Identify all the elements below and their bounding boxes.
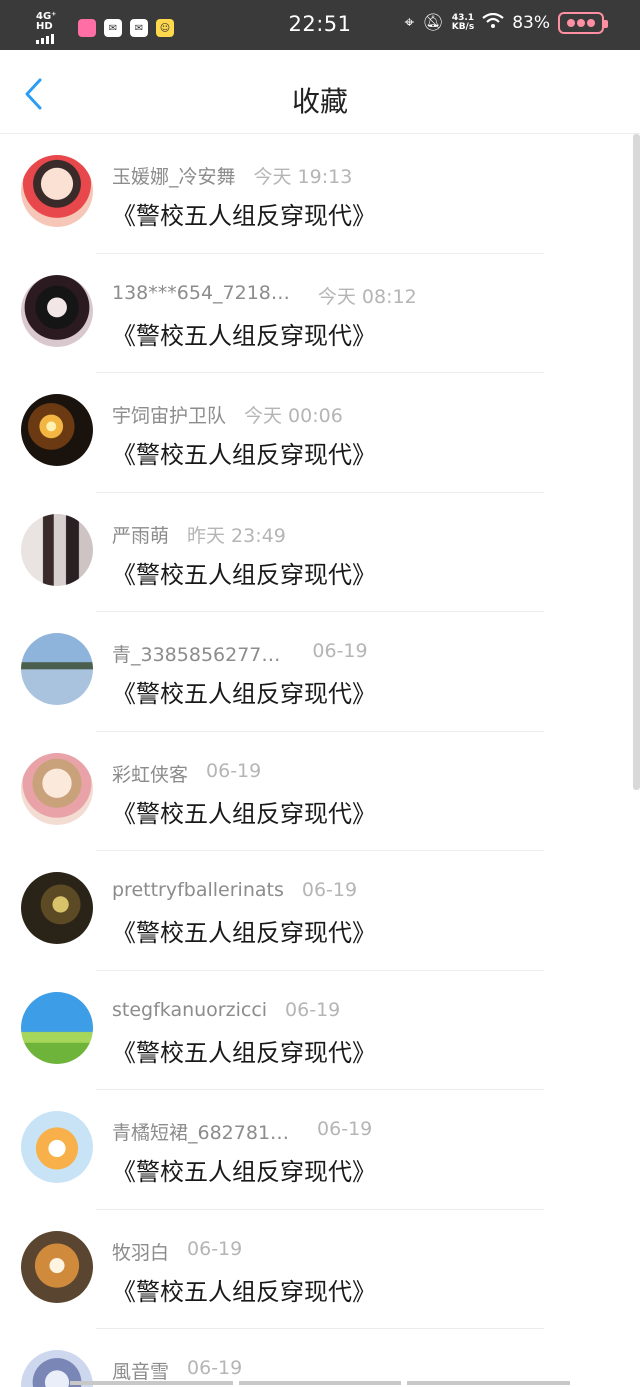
net-speed: 43.1 KB/s <box>452 14 474 32</box>
item-meta: 風音雪 06-19 <box>112 1357 242 1384</box>
username[interactable]: stegfkanuorzicci <box>112 999 267 1021</box>
battery-icon <box>558 12 608 34</box>
avatar[interactable] <box>21 1230 93 1303</box>
list-item[interactable]: 宇饲宙护卫队 今天 00:06 《警校五人组反穿现代》 <box>0 373 640 493</box>
avatar[interactable] <box>21 991 93 1064</box>
favorites-list: 玉媛娜_冷安舞 今天 19:13 《警校五人组反穿现代》 138***654_72… <box>0 134 640 1387</box>
list-item[interactable]: 138***654_7218… 今天 08:12 《警校五人组反穿现代》 <box>0 254 640 373</box>
username[interactable]: 宇饲宙护卫队 <box>112 401 226 428</box>
username[interactable]: 严雨萌 <box>112 521 169 548</box>
avatar[interactable] <box>21 752 93 825</box>
item-meta: prettryfballerinats 06-19 <box>112 879 357 901</box>
avatar[interactable] <box>21 274 93 347</box>
location-icon: ⌖ <box>404 13 415 33</box>
book-title[interactable]: 《警校五人组反穿现代》 <box>112 913 376 948</box>
timestamp: 06-19 <box>312 640 368 662</box>
timestamp: 今天 19:13 <box>253 166 353 188</box>
item-meta: 玉媛娜_冷安舞 今天 19:13 <box>112 162 352 189</box>
username[interactable]: 風音雪 <box>112 1357 169 1384</box>
timestamp: 06-19 <box>301 879 358 901</box>
username[interactable]: 青_3385856277… <box>112 640 280 667</box>
avatar[interactable] <box>21 394 93 466</box>
scrollbar[interactable] <box>633 134 640 790</box>
avatar[interactable] <box>21 1111 93 1183</box>
list-item[interactable]: 玉媛娜_冷安舞 今天 19:13 《警校五人组反穿现代》 <box>0 134 640 254</box>
book-title[interactable]: 《警校五人组反穿现代》 <box>112 674 376 709</box>
home-indicator <box>0 1381 640 1387</box>
list-item[interactable]: 彩虹侠客 06-19 《警校五人组反穿现代》 <box>0 732 640 851</box>
list-item[interactable]: 風音雪 06-19 <box>0 1329 640 1387</box>
timestamp: 06-19 <box>187 1237 243 1260</box>
timestamp: 06-19 <box>206 759 262 782</box>
list-item[interactable]: 青橘短裙_682781… 06-19 《警校五人组反穿现代》 <box>0 1090 640 1210</box>
item-meta: 彩虹侠客 06-19 <box>112 760 261 787</box>
list-item[interactable]: prettryfballerinats 06-19 《警校五人组反穿现代》 <box>0 851 640 971</box>
wifi-icon <box>482 12 504 34</box>
book-title[interactable]: 《警校五人组反穿现代》 <box>112 435 376 470</box>
book-title[interactable]: 《警校五人组反穿现代》 <box>112 555 376 590</box>
book-title[interactable]: 《警校五人组反穿现代》 <box>112 196 376 231</box>
net-speed-unit: KB/s <box>451 22 475 32</box>
timestamp: 06-19 <box>317 1118 373 1140</box>
timestamp: 今天 00:06 <box>244 405 343 427</box>
timestamp: 06-19 <box>187 1357 243 1379</box>
item-meta: 宇饲宙护卫队 今天 00:06 <box>112 401 343 428</box>
item-meta: 严雨萌 昨天 23:49 <box>112 521 286 548</box>
status-bar: 4G⁺ HD ✉ ✉ ☺ 22:51 ⌖ 🔕︎ 43.1 KB/s 83% <box>0 0 640 50</box>
item-meta: 青橘短裙_682781… 06-19 <box>112 1118 372 1145</box>
item-meta: 牧羽白 06-19 <box>112 1238 242 1265</box>
item-meta: 青_3385856277… 06-19 <box>112 640 368 667</box>
timestamp: 今天 08:12 <box>317 285 417 308</box>
page-title: 收藏 <box>291 85 348 118</box>
item-meta: 138***654_7218… 今天 08:12 <box>112 282 417 309</box>
username[interactable]: 彩虹侠客 <box>112 760 188 787</box>
book-title[interactable]: 《警校五人组反穿现代》 <box>112 1272 376 1307</box>
book-title[interactable]: 《警校五人组反穿现代》 <box>112 316 376 351</box>
book-title[interactable]: 《警校五人组反穿现代》 <box>112 1033 376 1068</box>
nav-bar: 收藏 <box>0 50 640 134</box>
username[interactable]: 青橘短裙_682781… <box>112 1118 289 1145</box>
list-item[interactable]: 牧羽白 06-19 《警校五人组反穿现代》 <box>0 1210 640 1329</box>
book-title[interactable]: 《警校五人组反穿现代》 <box>112 794 376 829</box>
status-bar-right: ⌖ 🔕︎ 43.1 KB/s 83% <box>404 12 608 34</box>
timestamp: 昨天 23:49 <box>187 524 286 547</box>
book-title[interactable]: 《警校五人组反穿现代》 <box>112 1152 376 1187</box>
item-meta: stegfkanuorzicci 06-19 <box>112 999 340 1021</box>
list-item[interactable]: stegfkanuorzicci 06-19 《警校五人组反穿现代》 <box>0 971 640 1090</box>
avatar[interactable] <box>21 155 93 227</box>
mute-icon: 🔕︎ <box>422 13 444 33</box>
list-item[interactable]: 严雨萌 昨天 23:49 《警校五人组反穿现代》 <box>0 493 640 612</box>
avatar[interactable] <box>21 633 93 705</box>
timestamp: 06-19 <box>285 998 341 1021</box>
username[interactable]: 138***654_7218… <box>112 282 290 309</box>
username[interactable]: 牧羽白 <box>112 1238 169 1265</box>
username[interactable]: 玉媛娜_冷安舞 <box>112 162 236 189</box>
avatar[interactable] <box>21 872 93 944</box>
battery-percent: 83% <box>512 13 550 33</box>
username[interactable]: prettryfballerinats <box>112 879 284 901</box>
avatar[interactable] <box>21 513 93 586</box>
list-item[interactable]: 青_3385856277… 06-19 《警校五人组反穿现代》 <box>0 612 640 732</box>
